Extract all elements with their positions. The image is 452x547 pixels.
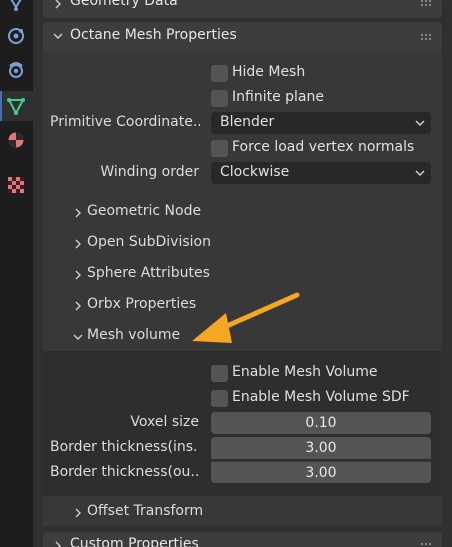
dropdown-value: Clockwise xyxy=(220,164,290,180)
primitive-coordinate-label: Primitive Coordinate... xyxy=(50,114,200,130)
subpanel-offset-transform[interactable]: Offset Transform xyxy=(75,503,204,519)
chevron-right-icon xyxy=(75,301,81,311)
enable-mesh-volume-checkbox[interactable] xyxy=(211,365,228,382)
chevron-right-icon xyxy=(55,541,61,547)
drag-grip-icon[interactable] xyxy=(420,542,432,547)
chevron-down-icon xyxy=(415,170,425,177)
enable-mesh-volume-sdf-label: Enable Mesh Volume SDF xyxy=(232,389,410,405)
subpanel-label: Open SubDivision xyxy=(87,234,211,250)
chevron-down-icon xyxy=(73,334,83,340)
subpanel-label: Geometric Node xyxy=(87,203,202,219)
geometry-data-panel-header[interactable]: Geometry Data xyxy=(43,0,442,18)
hide-mesh-label: Hide Mesh xyxy=(232,64,306,80)
enable-mesh-volume-sdf-checkbox[interactable] xyxy=(211,390,228,407)
border-thickness-inside-field[interactable]: 3.00 xyxy=(211,437,431,459)
subpanel-geometric-node[interactable]: Geometric Node xyxy=(75,203,202,219)
border-thickness-outside-field[interactable]: 3.00 xyxy=(211,461,431,483)
chevron-right-icon xyxy=(75,208,81,218)
chevron-right-icon xyxy=(75,239,81,249)
subpanel-open-subdivision[interactable]: Open SubDivision xyxy=(75,234,211,250)
physics-icon[interactable] xyxy=(5,25,27,47)
dropdown-value: Blender xyxy=(220,114,275,130)
object-data-icon[interactable] xyxy=(5,0,27,16)
chevron-right-icon xyxy=(75,508,81,518)
border-thickness-outside-label: Border thickness(ou... xyxy=(50,464,199,480)
texture-icon[interactable] xyxy=(5,174,27,196)
panel-title: Custom Properties xyxy=(70,536,199,547)
material-icon[interactable] xyxy=(5,129,27,151)
mesh-data-icon[interactable] xyxy=(5,95,27,117)
subpanel-sphere-attributes[interactable]: Sphere Attributes xyxy=(75,265,210,281)
infinite-plane-checkbox[interactable] xyxy=(211,90,228,107)
properties-editor: Geometry Data Octane Mesh Properties Hid… xyxy=(0,0,452,547)
enable-mesh-volume-label: Enable Mesh Volume xyxy=(232,364,378,380)
subpanel-label: Sphere Attributes xyxy=(87,265,210,281)
constraints-icon[interactable] xyxy=(5,59,27,81)
subpanel-label: Offset Transform xyxy=(87,503,204,519)
voxel-size-field[interactable]: 0.10 xyxy=(211,412,431,434)
border-thickness-inside-label: Border thickness(ins... xyxy=(50,439,199,455)
force-load-normals-checkbox[interactable] xyxy=(211,140,228,157)
primitive-coordinate-dropdown[interactable]: Blender xyxy=(211,112,431,134)
subpanel-label: Mesh volume xyxy=(87,327,181,343)
chevron-down-icon xyxy=(53,33,63,39)
properties-tab-strip xyxy=(0,0,33,547)
annotation-arrow-icon xyxy=(192,292,300,343)
drag-grip-icon[interactable] xyxy=(420,33,432,41)
chevron-right-icon xyxy=(75,270,81,280)
drag-grip-icon[interactable] xyxy=(420,0,432,7)
chevron-down-icon xyxy=(415,120,425,127)
chevron-right-icon xyxy=(55,0,61,9)
winding-order-label: Winding order xyxy=(100,164,199,180)
winding-order-dropdown[interactable]: Clockwise xyxy=(211,162,431,184)
octane-mesh-panel-header[interactable]: Octane Mesh Properties xyxy=(43,22,442,51)
force-load-normals-label: Force load vertex normals xyxy=(232,139,415,155)
subpanel-mesh-volume[interactable]: Mesh volume xyxy=(73,327,181,343)
voxel-size-label: Voxel size xyxy=(130,414,199,430)
panel-title: Octane Mesh Properties xyxy=(70,27,237,43)
infinite-plane-label: Infinite plane xyxy=(232,89,324,105)
hide-mesh-checkbox[interactable] xyxy=(211,65,228,82)
custom-properties-panel-header[interactable]: Custom Properties xyxy=(43,532,442,547)
panel-title: Geometry Data xyxy=(70,0,178,9)
